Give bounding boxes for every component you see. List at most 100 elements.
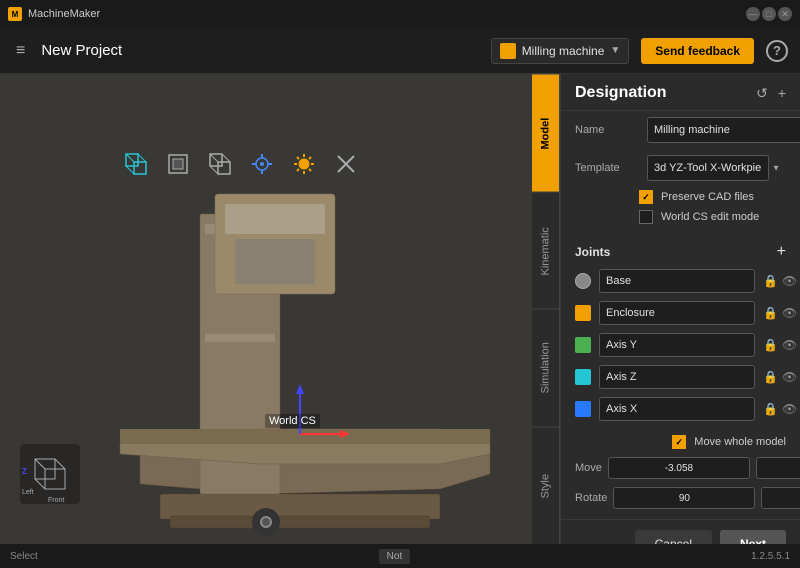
refresh-icon[interactable]: ↺ bbox=[756, 85, 768, 102]
template-label: Template bbox=[575, 162, 639, 174]
rotate-label: Rotate bbox=[575, 492, 607, 504]
panel-footer: Cancel Next bbox=[561, 519, 800, 544]
eye-icon-base[interactable]: 👁 bbox=[782, 274, 797, 288]
lock-icon-base[interactable]: 🔒 bbox=[763, 274, 778, 288]
panel-header-icons: ↺ + bbox=[756, 85, 786, 102]
help-icon[interactable]: ? bbox=[766, 40, 788, 62]
preserve-cad-row: ✓ Preserve CAD files bbox=[561, 187, 800, 207]
lock-icon-enclosure[interactable]: 🔒 bbox=[763, 306, 778, 320]
minimize-button[interactable]: — bbox=[746, 7, 760, 21]
rotate-x-input[interactable] bbox=[613, 487, 755, 509]
joint-color-axis-x bbox=[575, 401, 591, 417]
maximize-button[interactable]: □ bbox=[762, 7, 776, 21]
joint-row-axis-z: 🔒 👁 — bbox=[561, 361, 800, 393]
panel-header: Designation ↺ + bbox=[561, 74, 800, 111]
move-whole-model-label: Move whole model bbox=[694, 436, 786, 448]
record-dot bbox=[260, 516, 272, 528]
move-whole-model-checkbox[interactable]: ✓ bbox=[672, 435, 686, 449]
add-designation-icon[interactable]: + bbox=[778, 85, 786, 102]
world-cs-mode-label: World CS edit mode bbox=[661, 211, 759, 223]
machine-icon bbox=[500, 43, 516, 59]
main-area: World CS Z Left Front Model bbox=[0, 74, 800, 544]
name-row: Name bbox=[561, 111, 800, 149]
perspective-view-icon[interactable] bbox=[120, 148, 152, 180]
not-status-badge: Not bbox=[379, 549, 411, 564]
machine-3d-view bbox=[60, 134, 532, 544]
joint-icons-base: 🔒 👁 bbox=[763, 274, 797, 288]
tab-kinematic[interactable]: Kinematic bbox=[532, 192, 559, 310]
close-button[interactable]: ✕ bbox=[778, 7, 792, 21]
cancel-button[interactable]: Cancel bbox=[635, 530, 712, 544]
titlebar: M MachineMaker — □ ✕ bbox=[0, 0, 800, 28]
sun-icon[interactable] bbox=[288, 148, 320, 180]
viewport-toolbar bbox=[120, 148, 362, 180]
add-joint-icon[interactable]: + bbox=[777, 243, 786, 261]
hamburger-icon[interactable]: ≡ bbox=[12, 38, 29, 64]
orthographic-view-icon[interactable] bbox=[162, 148, 194, 180]
joint-icons-axis-x: 🔒 👁 — bbox=[763, 401, 800, 417]
template-select-wrapper: 3d YZ-Tool X-Workpie Custom Default bbox=[647, 155, 786, 181]
project-title: New Project bbox=[41, 42, 478, 59]
eye-icon-axis-z[interactable]: 👁 bbox=[782, 370, 797, 384]
world-cs-row: World CS edit mode bbox=[561, 207, 800, 227]
wireframe-view-icon[interactable] bbox=[204, 148, 236, 180]
send-feedback-button[interactable]: Send feedback bbox=[641, 38, 754, 64]
preserve-cad-checkbox[interactable]: ✓ bbox=[639, 190, 653, 204]
svg-text:Front: Front bbox=[48, 497, 64, 504]
joint-color-base bbox=[575, 273, 591, 289]
tab-simulation[interactable]: Simulation bbox=[532, 309, 559, 427]
next-button[interactable]: Next bbox=[720, 530, 786, 544]
name-label: Name bbox=[575, 124, 639, 136]
template-select[interactable]: 3d YZ-Tool X-Workpie Custom Default bbox=[647, 155, 769, 181]
lock-icon-axis-y[interactable]: 🔒 bbox=[763, 338, 778, 352]
select-label: Select bbox=[10, 551, 38, 562]
joint-color-enclosure bbox=[575, 305, 591, 321]
lock-icon-axis-x[interactable]: 🔒 bbox=[763, 402, 778, 416]
viewport[interactable]: World CS Z Left Front bbox=[0, 74, 532, 544]
joint-name-axis-x[interactable] bbox=[599, 397, 755, 421]
joints-title: Joints bbox=[575, 245, 610, 259]
svg-text:Z: Z bbox=[22, 467, 27, 476]
side-tabs: Model Kinematic Simulation Style bbox=[532, 74, 560, 544]
joint-name-axis-y[interactable] bbox=[599, 333, 755, 357]
app-name: MachineMaker bbox=[28, 8, 100, 20]
rotate-y-input[interactable] bbox=[761, 487, 800, 509]
cross-icon[interactable] bbox=[330, 148, 362, 180]
joint-name-base[interactable] bbox=[599, 269, 755, 293]
move-y-input[interactable] bbox=[756, 457, 800, 479]
app-icon: M bbox=[8, 7, 22, 21]
transform-icon[interactable] bbox=[246, 148, 278, 180]
world-cs-checkbox[interactable] bbox=[639, 210, 653, 224]
tab-style[interactable]: Style bbox=[532, 427, 559, 545]
move-whole-model-row: ✓ Move whole model bbox=[575, 431, 786, 453]
titlebar-left: M MachineMaker bbox=[8, 7, 100, 21]
joint-icons-enclosure: 🔒 👁 — bbox=[763, 305, 800, 321]
record-button[interactable] bbox=[252, 508, 280, 536]
machine-selector[interactable]: Milling machine ▼ bbox=[491, 38, 630, 64]
right-panel: Designation ↺ + Name Template 3d YZ-Tool… bbox=[560, 74, 800, 544]
eye-icon-axis-y[interactable]: 👁 bbox=[782, 338, 797, 352]
joint-icons-axis-y: 🔒 👁 — bbox=[763, 337, 800, 353]
lock-icon-axis-z[interactable]: 🔒 bbox=[763, 370, 778, 384]
joint-row-axis-x: 🔒 👁 — bbox=[561, 393, 800, 425]
joint-color-axis-z bbox=[575, 369, 591, 385]
move-label: Move bbox=[575, 462, 602, 474]
tab-model[interactable]: Model bbox=[532, 74, 559, 192]
header: ≡ New Project Milling machine ▼ Send fee… bbox=[0, 28, 800, 74]
joint-row-enclosure: 🔒 👁 — bbox=[561, 297, 800, 329]
name-input[interactable] bbox=[647, 117, 800, 143]
titlebar-controls[interactable]: — □ ✕ bbox=[746, 7, 792, 21]
machine-name: Milling machine bbox=[522, 44, 605, 58]
joint-name-enclosure[interactable] bbox=[599, 301, 755, 325]
eye-icon-axis-x[interactable]: 👁 bbox=[782, 402, 797, 416]
eye-icon-enclosure[interactable]: 👁 bbox=[782, 306, 797, 320]
template-row: Template 3d YZ-Tool X-Workpie Custom Def… bbox=[561, 149, 800, 187]
joint-icons-axis-z: 🔒 👁 — bbox=[763, 369, 800, 385]
chevron-down-icon: ▼ bbox=[610, 45, 620, 56]
orientation-gizmo: Z Left Front bbox=[20, 444, 80, 504]
joint-row-axis-y: 🔒 👁 — bbox=[561, 329, 800, 361]
world-cs-label: World CS bbox=[265, 414, 320, 428]
joint-name-axis-z[interactable] bbox=[599, 365, 755, 389]
move-x-input[interactable] bbox=[608, 457, 750, 479]
svg-text:Left: Left bbox=[22, 489, 34, 496]
